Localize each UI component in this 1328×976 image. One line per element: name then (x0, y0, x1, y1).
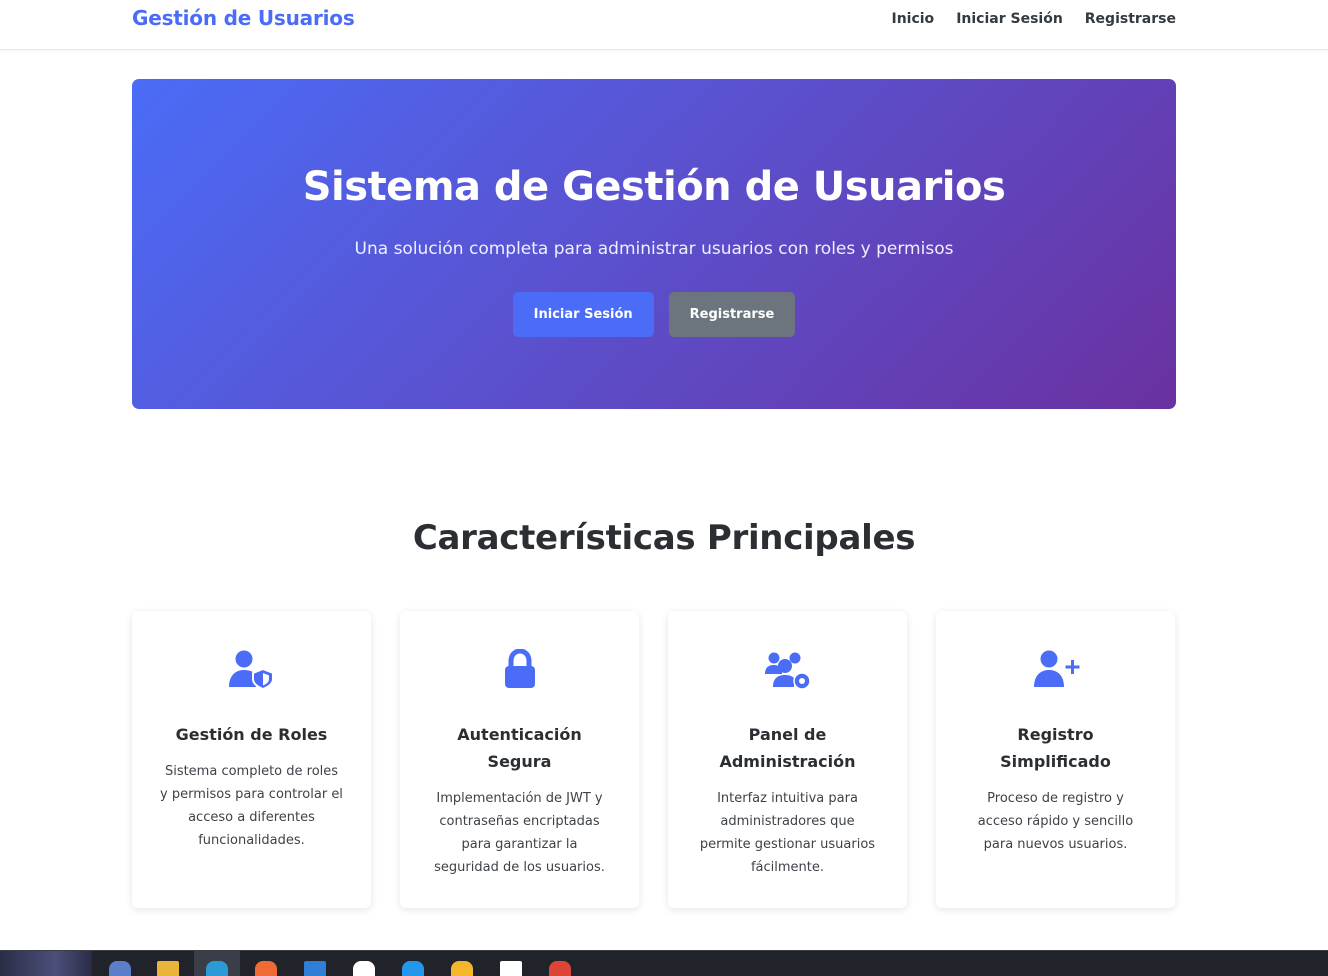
nav-link-registrarse[interactable]: Registrarse (1085, 11, 1176, 27)
docker-icon[interactable] (402, 961, 424, 976)
hero-buttons: Iniciar Sesión Registrarse (132, 292, 1176, 337)
nav-link-inicio[interactable]: Inicio (891, 11, 934, 27)
app-icon[interactable] (500, 961, 522, 976)
feature-title: Gestión de Roles (175, 725, 328, 744)
duck-icon[interactable] (451, 961, 473, 976)
feature-text: Implementación de JWT y contraseñas encr… (434, 791, 605, 875)
hero-banner: Sistema de Gestión de Usuarios Una soluc… (132, 79, 1176, 409)
feature-card-auth: Autenticación Segura Implementación de J… (400, 611, 639, 908)
navbar: Gestión de Usuarios Inicio Iniciar Sesió… (0, 0, 1328, 50)
feature-title: Autenticación Segura (457, 725, 582, 771)
feature-card-roles: Gestión de Roles Sistema completo de rol… (132, 611, 371, 908)
login-button[interactable]: Iniciar Sesión (512, 292, 654, 337)
hero-title: Sistema de Gestión de Usuarios (302, 164, 1006, 210)
nav-link-iniciar-sesion[interactable]: Iniciar Sesión (956, 11, 1063, 27)
feature-text: Proceso de registro y acceso rápido y se… (977, 791, 1134, 852)
features-title: Características Principales (412, 518, 916, 558)
taskbar (0, 950, 1328, 976)
vscode-icon[interactable] (304, 961, 326, 976)
hero-subtitle: Una solución completa para administrar u… (354, 239, 954, 259)
edge-icon[interactable] (206, 961, 228, 976)
mongodb-icon[interactable] (353, 961, 375, 976)
brand-link[interactable]: Gestión de Usuarios (132, 6, 355, 30)
browser-icon[interactable] (109, 961, 131, 976)
feature-card-admin: Panel de Administración Interfaz intuiti… (668, 611, 907, 908)
feature-text: Interfaz intuitiva para administradores … (699, 791, 876, 875)
feature-card-register: Registro Simplificado Proceso de registr… (936, 611, 1175, 908)
postman-icon[interactable] (255, 961, 277, 976)
start-icon[interactable] (0, 951, 92, 976)
features-grid: Gestión de Roles Sistema completo de rol… (132, 611, 1176, 908)
chrome-icon[interactable] (549, 961, 571, 976)
feature-title: Panel de Administración (719, 725, 856, 771)
nav-links: Inicio Iniciar Sesión Registrarse (891, 11, 1176, 27)
lock-icon (496, 649, 544, 689)
feature-text: Sistema completo de roles y permisos par… (160, 764, 343, 848)
user-plus-icon (1032, 649, 1080, 689)
user-shield-icon (228, 649, 276, 689)
file-explorer-icon[interactable] (157, 961, 179, 976)
register-button[interactable]: Registrarse (668, 292, 796, 337)
feature-title: Registro Simplificado (1000, 725, 1111, 771)
users-cog-icon (764, 649, 812, 689)
